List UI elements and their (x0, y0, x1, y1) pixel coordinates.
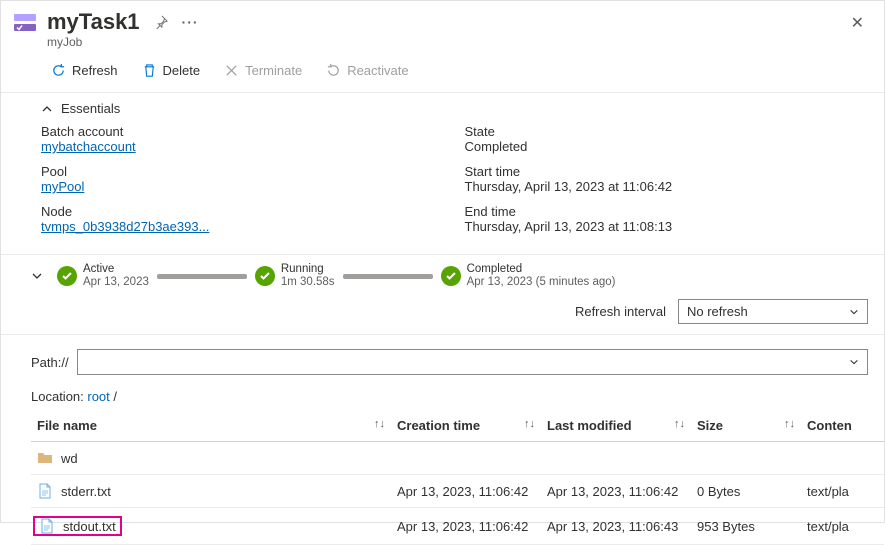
node-link[interactable]: tvmps_0b3938d27b3ae393... (41, 219, 445, 234)
stage-completed-title: Completed (467, 263, 616, 276)
refresh-interval-select[interactable]: No refresh (678, 299, 868, 324)
col-filename[interactable]: File name↑↓ (31, 410, 391, 442)
mtime-cell: Apr 13, 2023, 11:06:43 (541, 508, 691, 545)
chevron-up-icon (41, 103, 53, 115)
col-size[interactable]: Size↑↓ (691, 410, 801, 442)
terminate-label: Terminate (245, 63, 302, 78)
stage-running-sub: 1m 30.58s (281, 276, 335, 289)
ctime-cell (391, 442, 541, 475)
ctime-cell: Apr 13, 2023, 11:06:42 (391, 475, 541, 508)
content-cell (801, 442, 884, 475)
stage-active-sub: Apr 13, 2023 (83, 276, 149, 289)
content-cell: text/pla (801, 508, 884, 545)
more-icon[interactable]: ··· (182, 14, 199, 30)
batch-account-link[interactable]: mybatchaccount (41, 139, 445, 154)
col-creation-time[interactable]: Creation time↑↓ (391, 410, 541, 442)
path-input[interactable] (77, 349, 868, 375)
mtime-cell (541, 442, 691, 475)
delete-label: Delete (163, 63, 201, 78)
start-time-label: Start time (465, 164, 869, 179)
check-icon (57, 266, 77, 286)
file-name-cell[interactable]: stderr.txt (37, 483, 385, 499)
end-time-value: Thursday, April 13, 2023 at 11:08:13 (465, 219, 869, 234)
col-last-modified[interactable]: Last modified↑↓ (541, 410, 691, 442)
sort-icon: ↑↓ (374, 418, 385, 430)
essentials-body: Batch account mybatchaccount Pool myPool… (1, 124, 884, 255)
timeline: ActiveApr 13, 2023 Running1m 30.58s Comp… (1, 255, 884, 295)
title-text: myTask1 (47, 9, 140, 35)
sort-icon: ↑↓ (784, 418, 795, 430)
batch-account-label: Batch account (41, 124, 445, 139)
table-row[interactable]: stderr.txt Apr 13, 2023, 11:06:42Apr 13, … (31, 475, 884, 508)
path-label: Path:// (31, 355, 69, 370)
ctime-cell: Apr 13, 2023, 11:06:42 (391, 508, 541, 545)
header: myTask1 ··· myJob ✕ (1, 1, 884, 53)
sort-icon: ↑↓ (674, 418, 685, 430)
location-row: Location: root / (1, 385, 884, 410)
stage-completed: CompletedApr 13, 2023 (5 minutes ago) (441, 263, 616, 289)
delete-button[interactable]: Delete (132, 59, 211, 82)
size-cell (691, 442, 801, 475)
refresh-interval-label: Refresh interval (575, 304, 666, 319)
refresh-interval-value: No refresh (687, 304, 748, 319)
state-value: Completed (465, 139, 869, 154)
path-row: Path:// (1, 335, 884, 385)
state-label: State (465, 124, 869, 139)
end-time-label: End time (465, 204, 869, 219)
refresh-label: Refresh (72, 63, 118, 78)
essentials-label: Essentials (61, 101, 120, 116)
mtime-cell: Apr 13, 2023, 11:06:42 (541, 475, 691, 508)
location-prefix: Location: (31, 389, 87, 404)
content-cell: text/pla (801, 475, 884, 508)
location-trail: / (110, 389, 117, 404)
chevron-down-icon[interactable] (31, 270, 43, 282)
start-time-value: Thursday, April 13, 2023 at 11:06:42 (465, 179, 869, 194)
sort-icon: ↑↓ (524, 418, 535, 430)
reactivate-label: Reactivate (347, 63, 408, 78)
file-name-cell[interactable]: wd (37, 450, 385, 466)
node-label: Node (41, 204, 445, 219)
refresh-button[interactable]: Refresh (41, 59, 128, 82)
file-table: File name↑↓ Creation time↑↓ Last modifie… (31, 410, 884, 545)
stage-completed-sub: Apr 13, 2023 (5 minutes ago) (467, 276, 616, 289)
check-icon (255, 266, 275, 286)
table-row[interactable]: stdout.txt Apr 13, 2023, 11:06:42Apr 13, … (31, 508, 884, 545)
refresh-interval-row: Refresh interval No refresh (1, 295, 884, 335)
stage-active-title: Active (83, 263, 149, 276)
progress-bar (343, 274, 433, 279)
stage-running-title: Running (281, 263, 335, 276)
pin-icon[interactable] (154, 15, 168, 29)
col-content[interactable]: Conten (801, 410, 884, 442)
toolbar: Refresh Delete Terminate Reactivate (1, 53, 884, 93)
location-root-link[interactable]: root (87, 389, 109, 404)
terminate-button: Terminate (214, 59, 312, 82)
breadcrumb: myJob (47, 35, 847, 49)
check-icon (441, 266, 461, 286)
chevron-down-icon (849, 307, 859, 317)
pool-label: Pool (41, 164, 445, 179)
task-icon (13, 11, 37, 35)
essentials-toggle[interactable]: Essentials (1, 93, 884, 124)
reactivate-button: Reactivate (316, 59, 418, 82)
table-row[interactable]: wd (31, 442, 884, 475)
file-name-cell[interactable]: stdout.txt (37, 516, 385, 536)
size-cell: 953 Bytes (691, 508, 801, 545)
stage-running: Running1m 30.58s (255, 263, 335, 289)
pool-link[interactable]: myPool (41, 179, 445, 194)
chevron-down-icon (849, 357, 859, 367)
size-cell: 0 Bytes (691, 475, 801, 508)
page-title: myTask1 ··· (47, 9, 847, 35)
close-icon[interactable]: ✕ (847, 9, 868, 37)
stage-active: ActiveApr 13, 2023 (57, 263, 149, 289)
progress-bar (157, 274, 247, 279)
